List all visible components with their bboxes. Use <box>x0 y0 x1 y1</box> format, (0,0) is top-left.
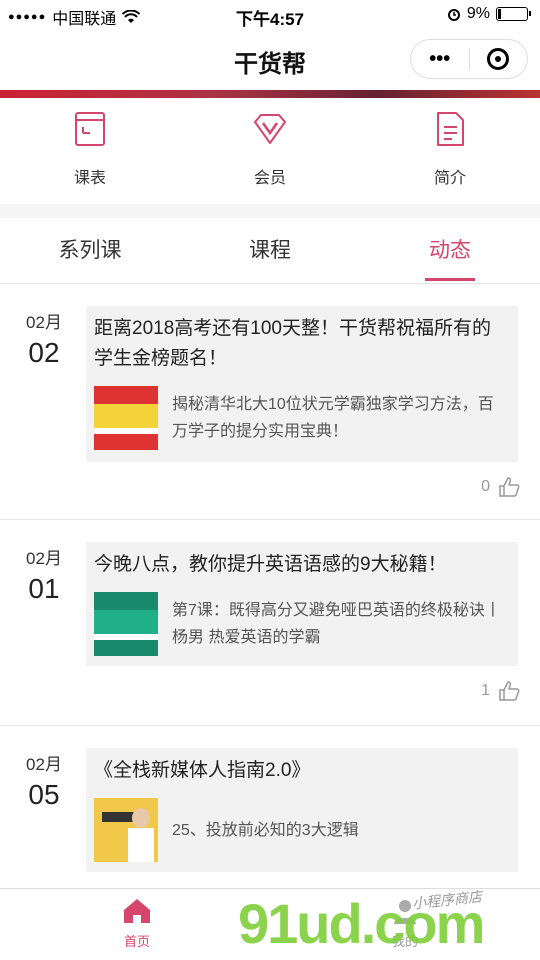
post-month: 02月 <box>26 755 62 774</box>
status-right: 9% <box>447 5 531 23</box>
banner-strip <box>0 90 540 98</box>
alarm-icon <box>447 9 460 21</box>
like-button[interactable]: 1 <box>481 680 520 702</box>
menu-item-schedule[interactable]: 课表 <box>0 98 180 204</box>
menu-item-intro[interactable]: 简介 <box>360 98 540 204</box>
menu-label-schedule: 课表 <box>73 170 106 187</box>
quick-menu: 课表 会员 简介 <box>0 98 540 204</box>
menu-label-intro: 简介 <box>433 170 466 187</box>
post-date: 02月 05 <box>20 750 68 811</box>
post-day: 05 <box>28 779 60 810</box>
post-title: 距离2018高考还有100天整！干货帮祝福所有的学生金榜题名！ <box>94 318 491 369</box>
attachment-text: 25、投放前必知的3大逻辑 <box>172 821 359 839</box>
tabbar-home-label: 首页 <box>123 934 150 949</box>
tab-courses[interactable]: 课程 <box>180 218 360 283</box>
post-title: 今晚八点，教你提升英语语感的9大秘籍！ <box>94 554 447 575</box>
post-attachment[interactable]: 25、投放前必知的3大逻辑 <box>86 786 518 870</box>
menu-item-vip[interactable]: 会员 <box>180 98 360 204</box>
like-count: 1 <box>481 682 490 699</box>
capsule-menu: ••• <box>410 39 528 79</box>
home-icon <box>124 899 150 923</box>
document-icon <box>437 112 464 146</box>
status-bar: ●●●●● 中国联通 下午4:57 9% <box>0 0 540 30</box>
post-thumbnail <box>94 798 158 862</box>
post-card[interactable]: 距离2018高考还有100天整！干货帮祝福所有的学生金榜题名！ 揭秘清华北大10… <box>86 306 518 462</box>
target-icon <box>487 48 510 71</box>
attachment-text: 揭秘清华北大10位状元学霸独家学习方法，百万学子的提分实用宝典！ <box>172 396 494 440</box>
post-day: 02 <box>28 337 60 368</box>
post-month: 02月 <box>26 549 62 568</box>
bottom-tab-bar: 首页 我的 小程序商店 91ud.com <box>0 888 540 960</box>
post-card[interactable]: 今晚八点，教你提升英语语感的9大秘籍！ 第7课：既得高分又避免哑巴英语的终极秘诀… <box>86 542 518 666</box>
schedule-icon <box>75 112 105 146</box>
list-item[interactable]: 02月 05 《全栈新媒体人指南2.0》 25、投放前必知的3大逻辑 <box>0 726 540 896</box>
close-button[interactable] <box>470 48 528 71</box>
list-item[interactable]: 02月 01 今晚八点，教你提升英语语感的9大秘籍！ 第7课：既得高分又避免哑巴… <box>0 520 540 726</box>
post-thumbnail <box>94 386 158 450</box>
post-attachment[interactable]: 第7课：既得高分又避免哑巴英语的终极秘诀丨杨男 热爱英语的学霸 <box>86 580 518 664</box>
battery-percent: 9% <box>466 5 490 22</box>
post-day: 01 <box>28 573 60 604</box>
post-attachment[interactable]: 揭秘清华北大10位状元学霸独家学习方法，百万学子的提分实用宝典！ <box>86 374 518 458</box>
menu-label-vip: 会员 <box>253 170 286 187</box>
like-button[interactable]: 0 <box>481 476 520 498</box>
attachment-text: 第7课：既得高分又避免哑巴英语的终极秘诀丨杨男 热爱英语的学霸 <box>172 602 501 646</box>
tab-bar: 系列课 课程 动态 <box>0 218 540 284</box>
tabbar-home[interactable]: 首页 <box>92 897 182 950</box>
vip-icon <box>254 114 286 144</box>
post-card[interactable]: 《全栈新媒体人指南2.0》 25、投放前必知的3大逻辑 <box>86 748 518 872</box>
post-date: 02月 02 <box>20 308 68 369</box>
post-title: 《全栈新媒体人指南2.0》 <box>94 760 311 781</box>
thumbs-up-icon <box>499 681 520 701</box>
post-month: 02月 <box>26 313 62 332</box>
nav-bar: 干货帮 ••• <box>0 30 540 90</box>
like-count: 0 <box>481 478 490 495</box>
thumbs-up-icon <box>499 477 520 497</box>
list-item[interactable]: 02月 02 距离2018高考还有100天整！干货帮祝福所有的学生金榜题名！ 揭… <box>0 284 540 520</box>
battery-icon <box>496 7 531 21</box>
tab-feed[interactable]: 动态 <box>360 218 540 283</box>
post-date: 02月 01 <box>20 544 68 605</box>
feed-list: 02月 02 距离2018高考还有100天整！干货帮祝福所有的学生金榜题名！ 揭… <box>0 284 540 896</box>
tab-series[interactable]: 系列课 <box>0 218 180 283</box>
more-button[interactable]: ••• <box>411 48 469 71</box>
post-thumbnail <box>94 592 158 656</box>
watermark-logo: 91ud.com <box>238 892 485 955</box>
